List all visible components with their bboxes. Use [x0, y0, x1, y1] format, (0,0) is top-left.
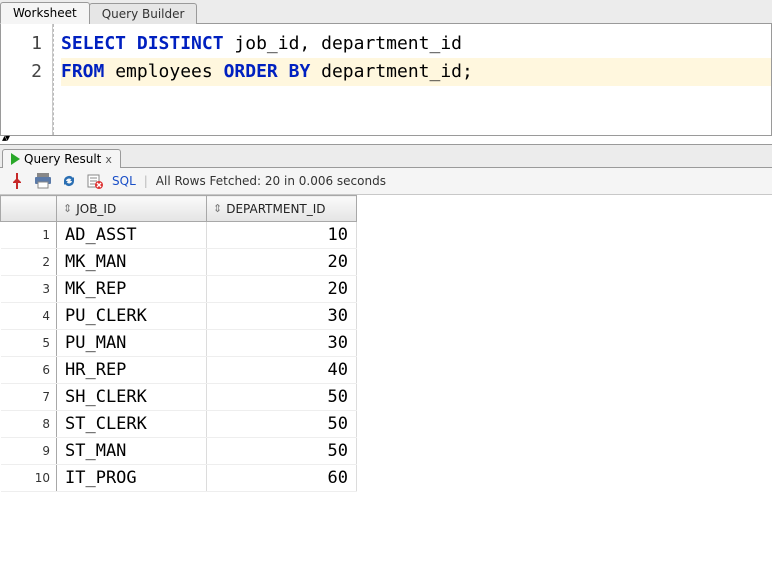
refresh-icon[interactable] — [60, 172, 78, 190]
table-row[interactable]: 9ST_MAN50 — [1, 438, 358, 465]
cell-job-id[interactable]: HR_REP — [57, 357, 207, 384]
grid-filler — [357, 384, 358, 411]
sql-editor[interactable]: 1 2 SELECT DISTINCT job_id, department_i… — [0, 24, 772, 136]
grid-filler — [357, 330, 358, 357]
row-number: 3 — [1, 276, 57, 303]
cell-job-id[interactable]: AD_ASST — [57, 222, 207, 249]
column-header-department-id[interactable]: ⇕ DEPARTMENT_ID — [207, 196, 357, 222]
cell-job-id[interactable]: PU_CLERK — [57, 303, 207, 330]
table-row[interactable]: 2MK_MAN20 — [1, 249, 358, 276]
toolbar-separator: | — [144, 174, 148, 188]
cell-job-id[interactable]: IT_PROG — [57, 465, 207, 492]
text-token — [126, 33, 137, 54]
line-gutter: 1 2 — [1, 24, 53, 135]
table-row[interactable]: 3MK_REP20 — [1, 276, 358, 303]
column-label: DEPARTMENT_ID — [226, 202, 325, 216]
text-token: department_id; — [310, 61, 473, 82]
delete-icon[interactable] — [86, 172, 104, 190]
cell-job-id[interactable]: ST_MAN — [57, 438, 207, 465]
pin-icon[interactable] — [8, 172, 26, 190]
text-token — [278, 61, 289, 82]
run-icon — [11, 153, 20, 165]
cell-job-id[interactable]: MK_REP — [57, 276, 207, 303]
code-area[interactable]: SELECT DISTINCT job_id, department_idFRO… — [53, 24, 771, 135]
row-number: 1 — [1, 222, 57, 249]
grid-filler — [357, 303, 358, 330]
result-toolbar: SQL | All Rows Fetched: 20 in 0.006 seco… — [0, 168, 772, 195]
cell-department-id[interactable]: 30 — [207, 303, 357, 330]
cell-job-id[interactable]: SH_CLERK — [57, 384, 207, 411]
row-number: 8 — [1, 411, 57, 438]
keyword-token: ORDER — [224, 61, 278, 82]
cell-department-id[interactable]: 10 — [207, 222, 357, 249]
cell-job-id[interactable]: PU_MAN — [57, 330, 207, 357]
grid-filler — [357, 465, 358, 492]
cell-department-id[interactable]: 20 — [207, 276, 357, 303]
cell-job-id[interactable]: ST_CLERK — [57, 411, 207, 438]
line-number: 1 — [1, 30, 42, 58]
grid-corner — [1, 196, 57, 222]
code-line[interactable]: SELECT DISTINCT job_id, department_id — [61, 30, 771, 58]
row-number: 10 — [1, 465, 57, 492]
cell-department-id[interactable]: 50 — [207, 384, 357, 411]
close-icon[interactable]: x — [105, 153, 112, 166]
grid-filler — [357, 196, 358, 222]
grid-header-row: ⇕ JOB_ID ⇕ DEPARTMENT_ID — [1, 196, 358, 222]
splitter-handle[interactable]: ▴▾ — [0, 136, 772, 144]
cell-department-id[interactable]: 30 — [207, 330, 357, 357]
cell-job-id[interactable]: MK_MAN — [57, 249, 207, 276]
text-token: employees — [104, 61, 223, 82]
table-row[interactable]: 10IT_PROG60 — [1, 465, 358, 492]
keyword-token: SELECT — [61, 33, 126, 54]
result-tab-label: Query Result — [24, 152, 101, 166]
grid-filler — [357, 249, 358, 276]
sort-icon: ⇕ — [63, 203, 72, 214]
table-row[interactable]: 6HR_REP40 — [1, 357, 358, 384]
keyword-token: FROM — [61, 61, 104, 82]
table-row[interactable]: 7SH_CLERK50 — [1, 384, 358, 411]
row-number: 4 — [1, 303, 57, 330]
row-number: 2 — [1, 249, 57, 276]
table-row[interactable]: 8ST_CLERK50 — [1, 411, 358, 438]
column-label: JOB_ID — [76, 202, 116, 216]
keyword-token: DISTINCT — [137, 33, 224, 54]
grid-filler — [357, 438, 358, 465]
grid-filler — [357, 411, 358, 438]
cell-department-id[interactable]: 60 — [207, 465, 357, 492]
keyword-token: BY — [289, 61, 311, 82]
sort-icon: ⇕ — [213, 203, 222, 214]
row-number: 9 — [1, 438, 57, 465]
grid-filler — [357, 276, 358, 303]
print-icon[interactable] — [34, 172, 52, 190]
cell-department-id[interactable]: 40 — [207, 357, 357, 384]
row-number: 5 — [1, 330, 57, 357]
result-grid[interactable]: ⇕ JOB_ID ⇕ DEPARTMENT_ID 1AD_ASST102MK_M… — [0, 195, 357, 492]
result-tabs: Query Result x — [0, 144, 772, 168]
grid-filler — [357, 357, 358, 384]
column-header-job-id[interactable]: ⇕ JOB_ID — [57, 196, 207, 222]
table-row[interactable]: 1AD_ASST10 — [1, 222, 358, 249]
row-number: 7 — [1, 384, 57, 411]
row-number: 6 — [1, 357, 57, 384]
cell-department-id[interactable]: 20 — [207, 249, 357, 276]
line-number: 2 — [1, 58, 42, 86]
code-margin — [53, 24, 54, 135]
grid-filler — [357, 222, 358, 249]
tab-worksheet[interactable]: Worksheet — [0, 2, 90, 24]
fetch-status: All Rows Fetched: 20 in 0.006 seconds — [156, 174, 386, 188]
editor-tabs: Worksheet Query Builder — [0, 0, 772, 24]
text-token: job_id, department_id — [224, 33, 462, 54]
table-row[interactable]: 5PU_MAN30 — [1, 330, 358, 357]
cell-department-id[interactable]: 50 — [207, 438, 357, 465]
code-line[interactable]: FROM employees ORDER BY department_id; — [61, 58, 771, 86]
cell-department-id[interactable]: 50 — [207, 411, 357, 438]
sql-button[interactable]: SQL — [112, 174, 136, 188]
table-row[interactable]: 4PU_CLERK30 — [1, 303, 358, 330]
tab-query-result[interactable]: Query Result x — [2, 149, 121, 168]
tab-query-builder[interactable]: Query Builder — [89, 3, 198, 24]
